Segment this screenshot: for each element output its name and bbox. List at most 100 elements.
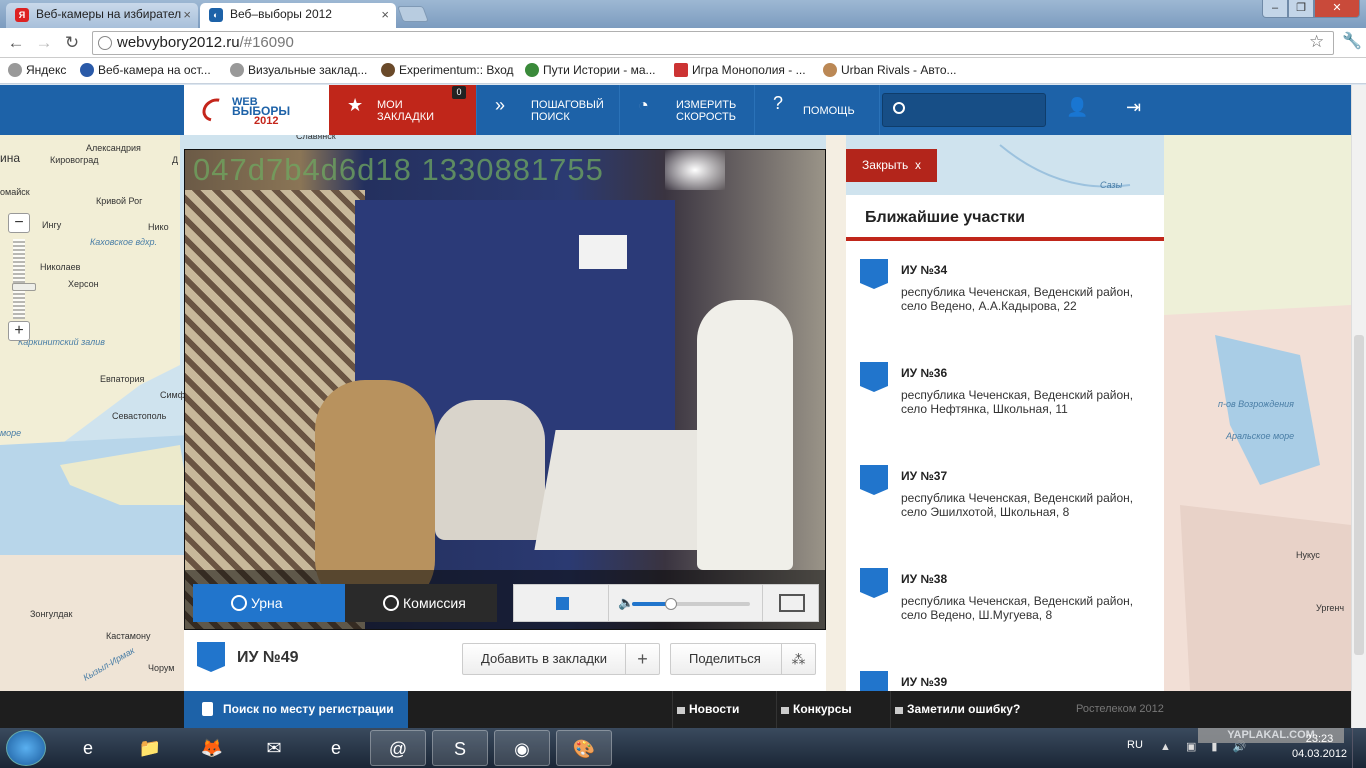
bookmark-label: Игра Монополия - ...	[692, 63, 806, 77]
nav-measure-speed[interactable]: ◔ ИЗМЕРИТЬ СКОРОСТЬ	[620, 85, 755, 135]
paint-taskbar-icon[interactable]: 🎨	[556, 730, 612, 766]
station-item-name: ИУ №39	[901, 675, 948, 689]
zoom-slider-handle[interactable]	[12, 283, 36, 291]
map-label: Нукус	[1296, 550, 1320, 560]
video-player[interactable]: 047d7b4d6d18 1330881755 Урна Комиссия 🔈	[184, 149, 826, 630]
forward-icon[interactable]: →	[34, 33, 54, 53]
zoom-out-button[interactable]: −	[8, 213, 30, 233]
bookmark-item[interactable]: Яндекс	[8, 62, 66, 78]
close-label: Закрыть	[862, 158, 909, 172]
bookmark-item[interactable]: Визуальные заклад...	[230, 62, 367, 78]
webcam-video[interactable]: 047d7b4d6d18 1330881755	[185, 150, 825, 629]
nav-label: ЗАКЛАДКИ	[377, 111, 435, 123]
speedometer-icon: ◔	[638, 95, 649, 115]
footer-report-error-link[interactable]: Заметили ошибку?	[890, 691, 1050, 728]
logo-swoosh-icon	[198, 93, 232, 127]
reload-icon[interactable]: ↻	[62, 33, 82, 53]
camera-tab-urna[interactable]: Урна	[193, 584, 345, 622]
add-bookmark-button[interactable]: Добавить в закладки +	[462, 643, 660, 675]
camera-tab-komissia[interactable]: Комиссия	[345, 584, 497, 622]
bookmark-item[interactable]: Игра Монополия - ...	[674, 62, 806, 78]
wrench-menu-icon[interactable]: 🔧	[1342, 31, 1362, 51]
bookmark-count-badge: 0	[452, 86, 466, 99]
start-button[interactable]	[6, 730, 46, 766]
tab-label: Веб–выборы 2012	[230, 7, 332, 21]
map-label: Николаев	[40, 262, 81, 272]
scrollbar-thumb[interactable]	[1354, 335, 1364, 655]
nav-help[interactable]: ? ПОМОЩЬ	[755, 85, 880, 135]
clock[interactable]: 23:23 04.03.2012	[1292, 732, 1347, 762]
bookmark-item[interactable]: Пути Истории - ма...	[525, 62, 656, 78]
ballot-icon	[860, 259, 888, 289]
bookmark-favicon-icon	[80, 63, 94, 77]
firefox-taskbar-icon[interactable]: 🦊	[184, 730, 240, 766]
page-scrollbar[interactable]	[1351, 85, 1366, 728]
close-window-button[interactable]: ✕	[1314, 0, 1360, 18]
map-label: Сазы	[1100, 180, 1123, 190]
map-label: Каркинитский залив	[18, 337, 105, 347]
footer-contests-link[interactable]: Конкурсы	[776, 691, 876, 728]
bookmark-star-icon[interactable]: ☆	[1309, 32, 1324, 52]
footer-news-link[interactable]: Новости	[672, 691, 770, 728]
map-label: Зонгулдак	[30, 609, 73, 619]
mail-taskbar-icon[interactable]: ✉	[246, 730, 302, 766]
site-logo[interactable]: WEB ВЫБОРЫ 2012	[184, 85, 329, 135]
map-label: Херсон	[68, 279, 99, 289]
close-tab-icon[interactable]: ×	[381, 3, 389, 26]
zoom-slider[interactable]	[12, 239, 36, 319]
ballot-icon	[860, 362, 888, 392]
nav-label: ПОМОЩЬ	[803, 105, 855, 117]
close-button[interactable]: Закрыть x	[846, 149, 937, 182]
explorer-taskbar-icon[interactable]: 📁	[122, 730, 178, 766]
back-icon[interactable]: ←	[6, 33, 26, 53]
bookmark-label: Пути Истории - ма...	[543, 63, 656, 77]
nearby-stations-panel: Ближайшие участки ИУ №34 республика Чече…	[846, 195, 1164, 691]
tab-label: Веб-камеры на избирател	[36, 7, 182, 21]
map-label: Александрия	[86, 143, 141, 153]
camera-tabs: Урна Комиссия	[193, 584, 497, 622]
bookmark-label: Яндекс	[26, 63, 67, 77]
minimize-button[interactable]: –	[1262, 0, 1288, 18]
maximize-button[interactable]: ❐	[1288, 0, 1314, 18]
globe-icon	[98, 36, 112, 50]
footer-copyright: Ростелеком 2012	[1076, 703, 1164, 715]
station-item-address: республика Чеченская, Веденский район, с…	[901, 388, 1134, 416]
station-item-address: республика Чеченская, Веденский район, с…	[901, 285, 1134, 313]
bookmark-item[interactable]: Веб-камера на ост...	[80, 62, 211, 78]
share-button[interactable]: Поделиться ⁂	[670, 643, 816, 675]
bookmark-item[interactable]: Urban Rivals - Авто...	[823, 62, 957, 78]
show-desktop-button[interactable]	[1352, 728, 1366, 768]
fullscreen-button[interactable]	[762, 585, 818, 621]
zoom-in-button[interactable]: +	[8, 321, 30, 341]
map-label: Ингу	[42, 220, 62, 230]
bookmark-item[interactable]: Experimentum:: Вход	[381, 62, 514, 78]
new-tab-button[interactable]	[397, 6, 429, 22]
user-icon[interactable]: 👤	[1066, 97, 1088, 118]
language-indicator[interactable]: RU	[1127, 739, 1143, 751]
site-search-input[interactable]	[882, 93, 1046, 127]
bookmark-favicon-icon	[8, 63, 22, 77]
address-bar[interactable]: webvybory2012.ru/#16090	[92, 31, 1334, 55]
footer-search-label: Поиск по месту регистрации	[223, 702, 394, 716]
search-icon	[893, 102, 905, 114]
step-arrows-icon: »	[495, 95, 506, 115]
volume-handle[interactable]	[664, 598, 677, 610]
browser-tab-webvybory[interactable]: ◐ Веб–выборы 2012 ×	[200, 3, 396, 28]
chrome-taskbar-icon[interactable]: ◉	[494, 730, 550, 766]
page: Славянск ина Александрия Кировоград Д ом…	[0, 85, 1351, 691]
ie-taskbar-icon[interactable]: e	[60, 730, 116, 766]
map-label: Евпатория	[100, 374, 145, 384]
news-icon	[677, 707, 685, 714]
stop-button[interactable]	[514, 585, 609, 621]
ie2-taskbar-icon[interactable]: e	[308, 730, 364, 766]
search-by-registration-button[interactable]: Поиск по месту регистрации	[184, 691, 408, 728]
bookmark-favicon-icon	[823, 63, 837, 77]
nav-step-search[interactable]: » ПОШАГОВЫЙ ПОИСК	[477, 85, 620, 135]
close-tab-icon[interactable]: ×	[183, 3, 191, 26]
nav-label: МОИ	[377, 99, 403, 111]
browser-tab-webcams[interactable]: Я Веб-камеры на избирател ×	[6, 3, 198, 28]
volume-slider[interactable]	[632, 598, 750, 610]
skype-taskbar-icon[interactable]: S	[432, 730, 488, 766]
logout-icon[interactable]: ⇥	[1126, 97, 1141, 118]
mailru-taskbar-icon[interactable]: @	[370, 730, 426, 766]
